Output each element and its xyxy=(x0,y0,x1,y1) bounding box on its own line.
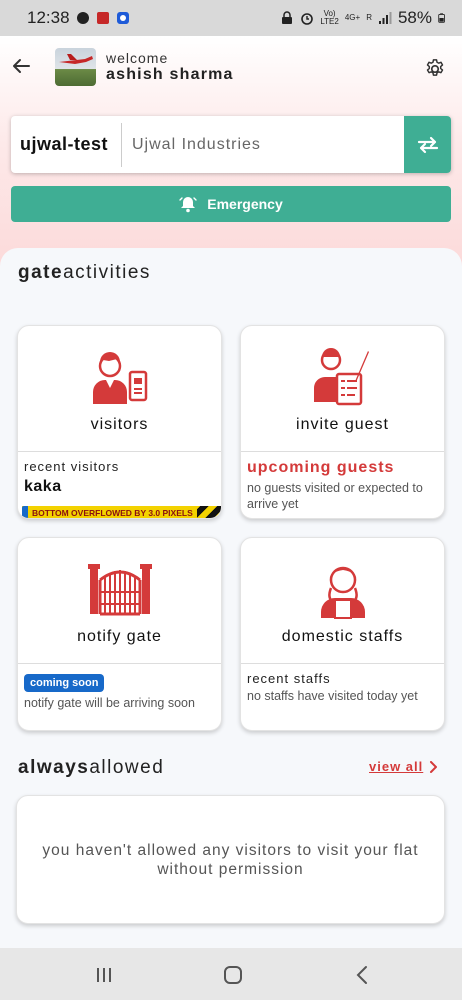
invite-icon xyxy=(313,348,369,406)
upcoming-guests-empty-text: no guests visited or expected to arrive … xyxy=(247,481,423,511)
chevron-right-icon xyxy=(430,760,438,773)
app-badge-icon xyxy=(116,12,129,24)
emergency-label: Emergency xyxy=(207,196,283,212)
visitors-card-body: recent visitors kaka BOTTOM OVERFLOWED B… xyxy=(18,453,221,518)
visitor-icon xyxy=(92,352,147,404)
notify-gate-card-body: coming soon notify gate will be arriving… xyxy=(18,665,221,717)
status-time: 12:38 xyxy=(27,8,70,27)
invite-guest-card[interactable]: invite guest upcoming guests no guests v… xyxy=(240,325,445,519)
society-name: Ujwal Industries xyxy=(132,135,261,153)
staff-icon xyxy=(320,566,365,619)
recent-apps-icon[interactable] xyxy=(93,964,115,986)
society-code: ujwal-test xyxy=(20,134,109,154)
visitors-card-header[interactable]: visitors xyxy=(18,326,221,452)
battery-icon xyxy=(438,13,445,23)
battery-percent: 58% xyxy=(397,8,432,27)
notify-gate-card[interactable]: notify gate coming soon notify gate will… xyxy=(17,537,222,731)
back-arrow-icon[interactable] xyxy=(11,56,31,76)
avatar[interactable] xyxy=(55,48,96,86)
avatar-airplane-icon xyxy=(59,54,93,64)
notify-gate-card-header[interactable]: notify gate xyxy=(18,538,221,664)
visitors-title: visitors xyxy=(90,416,149,433)
always-allowed-title: alwaysallowed xyxy=(18,757,165,778)
welcome-text: welcome xyxy=(106,50,169,66)
status-bar: 12:38 Vo) LTE2 4G+ R 58% xyxy=(0,0,462,36)
view-all-label: view all xyxy=(369,759,424,774)
always-allowed-empty-card: you haven't allowed any visitors to visi… xyxy=(16,795,445,924)
domestic-staffs-card-body: recent staffs no staffs have visited tod… xyxy=(241,665,444,710)
domestic-staffs-title: domestic staffs xyxy=(281,628,404,645)
swap-icon xyxy=(417,136,438,153)
notify-gate-title: notify gate xyxy=(77,628,162,645)
app-notification-icon xyxy=(96,12,109,24)
always-allowed-empty-message: you haven't allowed any visitors to visi… xyxy=(42,841,419,878)
gate-icon xyxy=(87,564,152,616)
lock-icon xyxy=(282,11,293,24)
back-nav-icon[interactable] xyxy=(352,964,374,986)
network-type: 4G+ xyxy=(344,13,361,22)
gear-icon[interactable] xyxy=(424,58,446,80)
roaming-label: R xyxy=(366,13,372,22)
user-name: ashish sharma xyxy=(106,66,234,83)
domestic-staffs-card[interactable]: domestic staffs recent staffs no staffs … xyxy=(240,537,445,731)
overflow-warning-text: BOTTOM OVERFLOWED BY 3.0 PIXELS xyxy=(28,506,197,518)
recent-staffs-label: recent staffs xyxy=(247,671,331,686)
system-nav-bar xyxy=(0,948,462,1000)
invite-guest-title: invite guest xyxy=(296,416,389,433)
view-all-link[interactable]: view all xyxy=(369,759,438,774)
emergency-button[interactable]: Emergency xyxy=(11,186,451,222)
coming-soon-badge: coming soon xyxy=(24,674,105,692)
gate-activities-title: gateactivities xyxy=(18,262,151,283)
alarm-icon xyxy=(301,13,314,25)
bell-icon xyxy=(179,197,197,213)
signal-icon xyxy=(378,12,392,24)
notify-gate-text: notify gate will be arriving soon xyxy=(24,696,195,710)
invite-guest-card-header[interactable]: invite guest xyxy=(241,326,444,452)
domestic-staffs-card-header[interactable]: domestic staffs xyxy=(241,538,444,664)
home-icon[interactable] xyxy=(222,964,244,986)
switch-society-button[interactable] xyxy=(404,116,451,173)
invite-guest-card-body: upcoming guests no guests visited or exp… xyxy=(241,453,444,518)
society-selector[interactable]: ujwal-test Ujwal Industries xyxy=(11,116,451,173)
network-labels: Vo) LTE2 xyxy=(320,9,339,26)
visitors-card[interactable]: visitors recent visitors kaka BOTTOM OVE… xyxy=(17,325,222,519)
recent-visitor-name[interactable]: kaka xyxy=(24,478,215,496)
recent-staffs-empty-text: no staffs have visited today yet xyxy=(247,689,418,703)
app-bar: welcome ashish sharma xyxy=(0,36,462,102)
upcoming-guests-label: upcoming guests xyxy=(247,459,395,476)
recent-visitors-label: recent visitors xyxy=(24,459,120,474)
notification-icon xyxy=(76,12,89,24)
overflow-warning-strip: BOTTOM OVERFLOWED BY 3.0 PIXELS xyxy=(22,506,221,518)
